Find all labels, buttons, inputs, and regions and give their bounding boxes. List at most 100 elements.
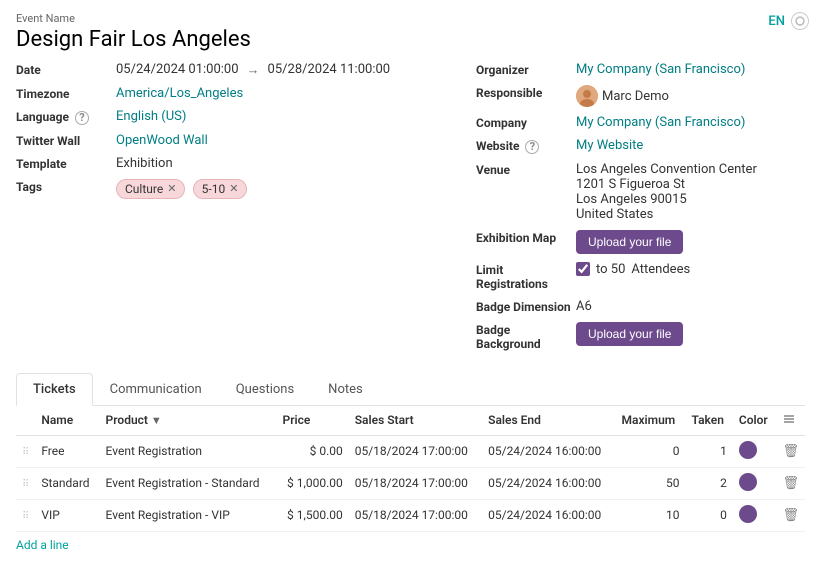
language-indicator[interactable]: EN: [768, 14, 785, 29]
tabs: Tickets Communication Questions Notes: [16, 373, 805, 406]
upload-exhibition-map-button[interactable]: Upload your file: [576, 230, 683, 254]
field-website: Website ? My Website: [476, 138, 805, 154]
website-value[interactable]: My Website: [576, 138, 643, 153]
row-color-standard[interactable]: [739, 473, 757, 491]
row-sales-end-free: 05/24/2024 16:00:00: [482, 435, 615, 467]
col-product: Product ▼: [100, 406, 277, 436]
col-taken: Taken: [686, 406, 733, 436]
language-helper: ?: [75, 111, 89, 125]
venue-label: Venue: [476, 162, 576, 177]
settings-icon[interactable]: [791, 12, 809, 30]
col-handle: [16, 406, 35, 436]
avatar: [576, 85, 598, 107]
timezone-value[interactable]: America/Los_Angeles: [116, 86, 243, 101]
row-delete-vip[interactable]: 🗑: [782, 508, 799, 523]
responsible-name[interactable]: Marc Demo: [602, 89, 669, 104]
event-name-label: Event Name: [16, 12, 805, 25]
row-taken-standard: 2: [686, 467, 733, 499]
organizer-label: Organizer: [476, 62, 576, 77]
language-value[interactable]: English (US): [116, 109, 186, 124]
venue-line-4: United States: [576, 207, 757, 222]
row-handle[interactable]: ⠿: [22, 479, 29, 490]
col-name: Name: [35, 406, 99, 436]
twitter-wall-value[interactable]: OpenWood Wall: [116, 133, 208, 148]
date-arrow: →: [247, 62, 260, 78]
responsible-container: Marc Demo: [576, 85, 669, 107]
tags-label: Tags: [16, 179, 116, 194]
field-badge-dimension: Badge Dimension A6: [476, 299, 805, 314]
badge-dimension-value: A6: [576, 299, 592, 314]
field-responsible: Responsible Marc Demo: [476, 85, 805, 107]
date-end: 05/28/2024 11:00:00: [268, 62, 391, 77]
limit-registrations-value: to 50: [596, 262, 625, 277]
row-handle[interactable]: ⠿: [22, 447, 29, 458]
field-twitter-wall: Twitter Wall OpenWood Wall: [16, 133, 476, 148]
event-title: Design Fair Los Angeles: [16, 27, 805, 52]
row-product-standard: Event Registration - Standard: [100, 467, 277, 499]
date-start: 05/24/2024 01:00:00: [116, 62, 239, 77]
limit-registrations-label: Limit Registrations: [476, 262, 576, 291]
organizer-value[interactable]: My Company (San Francisco): [576, 62, 745, 77]
tickets-table: Name Product ▼ Price Sales Start Sales E…: [16, 406, 805, 552]
table-row: ⠿ VIP Event Registration - VIP $ 1,500.0…: [16, 499, 805, 531]
row-handle[interactable]: ⠿: [22, 511, 29, 522]
row-name-standard: Standard: [35, 467, 99, 499]
upload-badge-background-button[interactable]: Upload your file: [576, 322, 683, 346]
sort-icon[interactable]: ▼: [151, 414, 162, 427]
tab-notes[interactable]: Notes: [311, 373, 380, 406]
tag-5-10-remove[interactable]: ✕: [229, 182, 238, 195]
venue-line-1: Los Angeles Convention Center: [576, 162, 757, 177]
col-maximum: Maximum: [616, 406, 686, 436]
company-value[interactable]: My Company (San Francisco): [576, 115, 745, 130]
field-organizer: Organizer My Company (San Francisco): [476, 62, 805, 77]
venue-line-2: 1201 S Figueroa St: [576, 177, 757, 192]
badge-dimension-label: Badge Dimension: [476, 299, 576, 314]
tag-5-10[interactable]: 5-10 ✕: [193, 179, 248, 199]
limit-registrations-container: to 50 Attendees: [576, 262, 690, 277]
tab-tickets[interactable]: Tickets: [16, 373, 93, 406]
col-sales-end: Sales End: [482, 406, 615, 436]
venue-value: Los Angeles Convention Center 1201 S Fig…: [576, 162, 757, 222]
field-template: Template Exhibition: [16, 156, 476, 171]
col-actions: [776, 406, 805, 436]
field-exhibition-map: Exhibition Map Upload your file: [476, 230, 805, 254]
field-tags: Tags Culture ✕ 5-10 ✕: [16, 179, 476, 199]
row-sales-start-free: 05/18/2024 17:00:00: [349, 435, 482, 467]
row-maximum-free: 0: [616, 435, 686, 467]
tag-culture-remove[interactable]: ✕: [167, 182, 176, 195]
field-venue: Venue Los Angeles Convention Center 1201…: [476, 162, 805, 222]
row-product-free: Event Registration: [100, 435, 277, 467]
field-timezone: Timezone America/Los_Angeles: [16, 86, 476, 101]
row-price-free: $ 0.00: [277, 435, 349, 467]
template-label: Template: [16, 156, 116, 171]
venue-line-3: Los Angeles 90015: [576, 192, 757, 207]
row-sales-start-vip: 05/18/2024 17:00:00: [349, 499, 482, 531]
tab-questions[interactable]: Questions: [219, 373, 311, 406]
row-sales-start-standard: 05/18/2024 17:00:00: [349, 467, 482, 499]
row-price-vip: $ 1,500.00: [277, 499, 349, 531]
row-color-vip[interactable]: [739, 505, 757, 523]
field-company: Company My Company (San Francisco): [476, 115, 805, 130]
company-label: Company: [476, 115, 576, 130]
field-badge-background: Badge Background Upload your file: [476, 322, 805, 351]
tag-culture[interactable]: Culture ✕: [116, 179, 185, 199]
col-color: Color: [733, 406, 777, 436]
row-price-standard: $ 1,000.00: [277, 467, 349, 499]
limit-registrations-checkbox[interactable]: [576, 262, 590, 276]
row-sales-end-standard: 05/24/2024 16:00:00: [482, 467, 615, 499]
tags-container: Culture ✕ 5-10 ✕: [116, 179, 251, 199]
field-limit-registrations: Limit Registrations to 50 Attendees: [476, 262, 805, 291]
row-color-free[interactable]: [739, 441, 757, 459]
row-taken-free: 1: [686, 435, 733, 467]
row-delete-standard[interactable]: 🗑: [782, 476, 799, 491]
tab-communication[interactable]: Communication: [93, 373, 219, 406]
add-line-button[interactable]: Add a line: [16, 538, 805, 552]
exhibition-map-label: Exhibition Map: [476, 230, 576, 245]
twitter-wall-label: Twitter Wall: [16, 133, 116, 148]
row-delete-free[interactable]: 🗑: [782, 444, 799, 459]
responsible-label: Responsible: [476, 85, 576, 100]
row-name-vip: VIP: [35, 499, 99, 531]
table-row: ⠿ Free Event Registration $ 0.00 05/18/2…: [16, 435, 805, 467]
row-sales-end-vip: 05/24/2024 16:00:00: [482, 499, 615, 531]
limit-registrations-suffix: Attendees: [631, 262, 690, 277]
